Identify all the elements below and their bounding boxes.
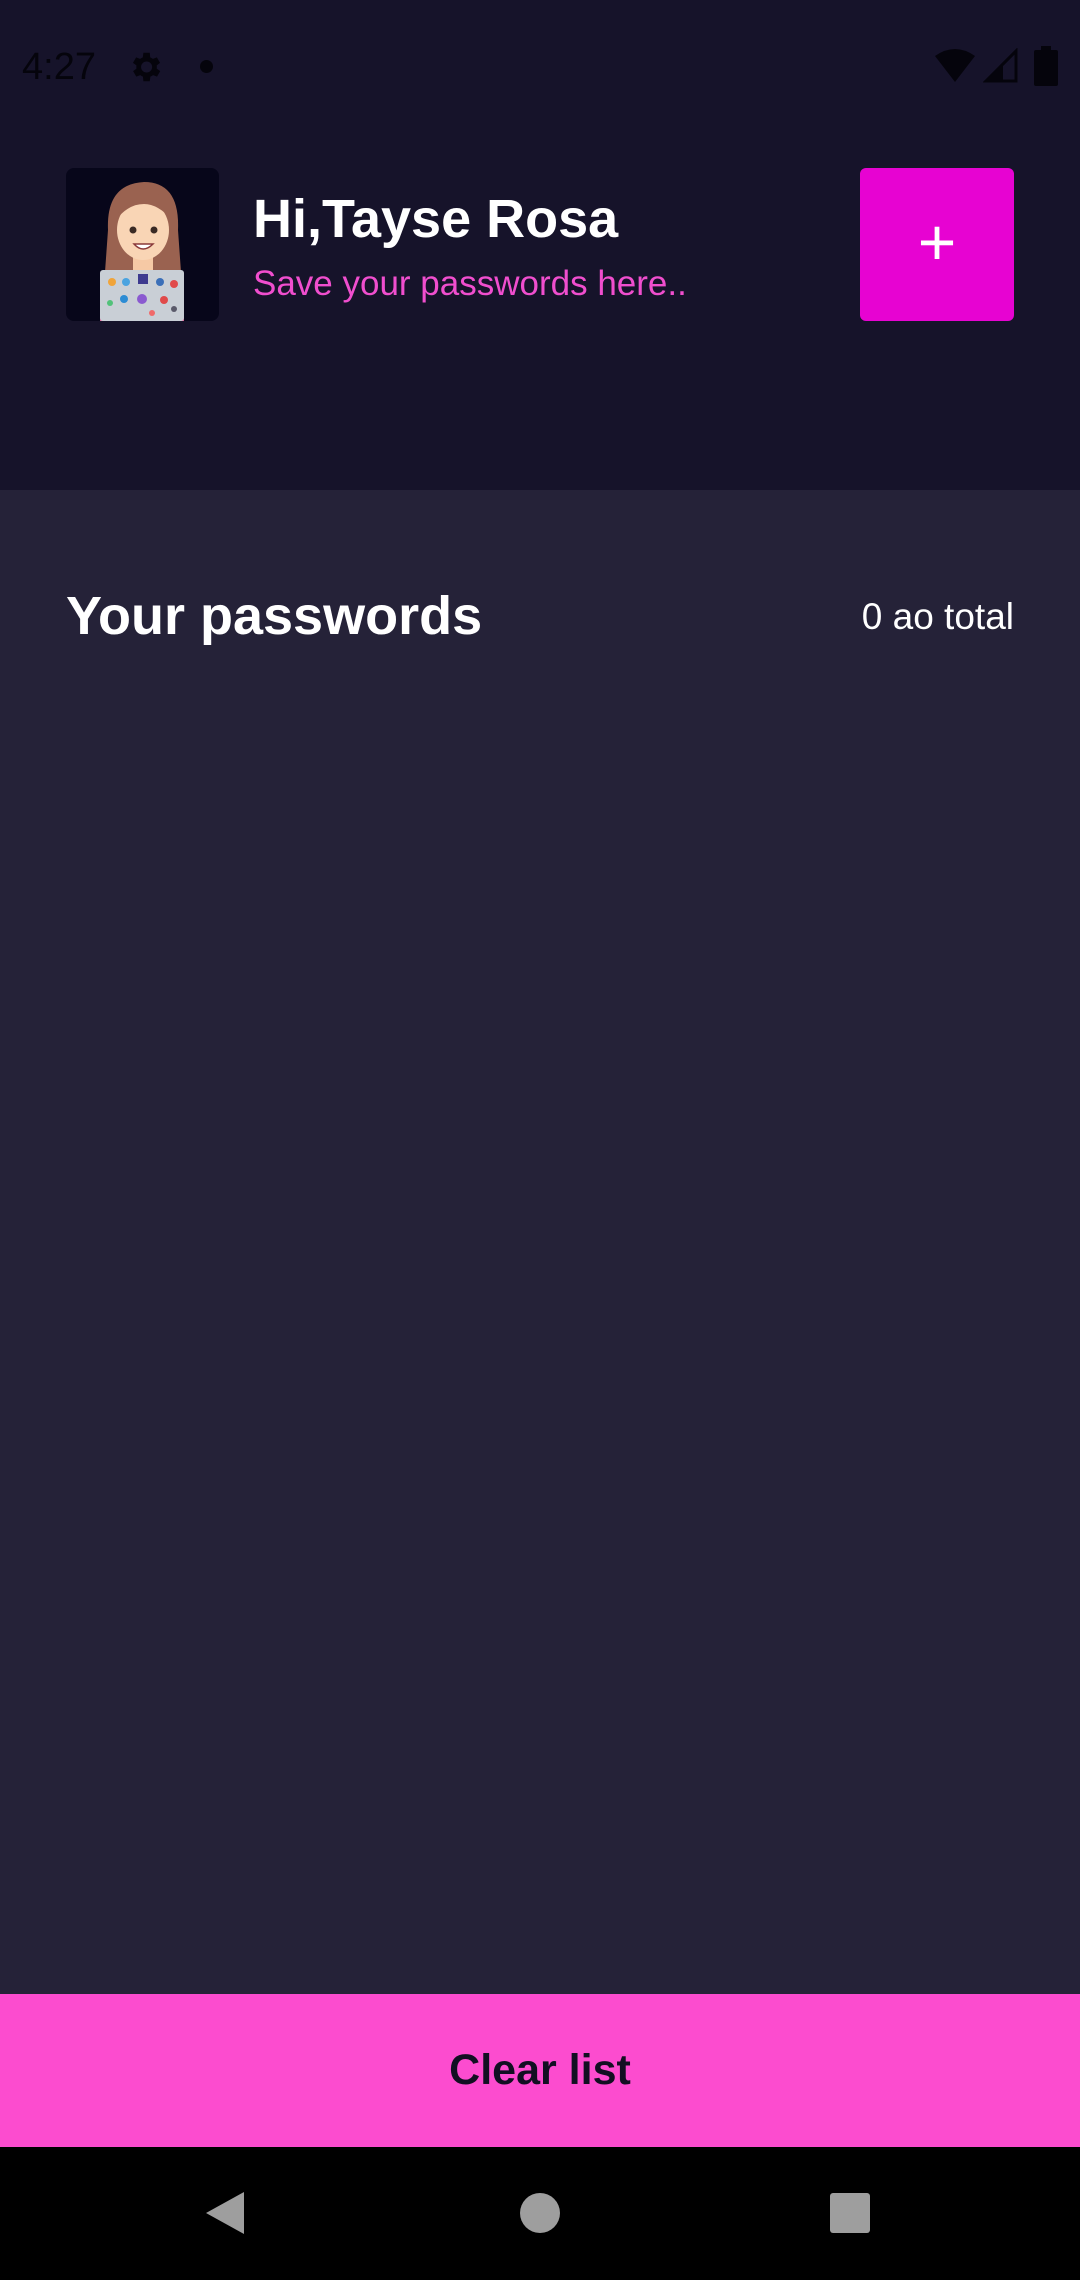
woman-with-laptop-avatar-icon: [100, 182, 184, 321]
add-password-button[interactable]: +: [860, 168, 1014, 321]
gear-icon: [132, 52, 161, 82]
battery-icon: [1034, 46, 1058, 86]
greeting-subtitle: Save your passwords here..: [253, 264, 687, 303]
plus-icon: +: [917, 204, 957, 279]
clear-list-label: Clear list: [449, 2046, 631, 2094]
passwords-section-title: Your passwords: [66, 586, 483, 646]
password-list[interactable]: [0, 680, 1080, 1990]
clear-list-button[interactable]: Clear list: [0, 1994, 1080, 2147]
status-time: 4:27: [22, 46, 96, 88]
home-icon[interactable]: [519, 2192, 561, 2234]
passwords-count: 0 ao total: [861, 596, 1014, 637]
recents-icon[interactable]: [829, 2193, 871, 2233]
wifi-icon: [935, 49, 975, 82]
avatar: [66, 168, 219, 321]
cell-signal-icon: [983, 48, 1018, 83]
greeting-title: Hi,Tayse Rosa: [253, 189, 619, 249]
back-icon[interactable]: [204, 2190, 246, 2236]
notification-dot-icon: [200, 60, 213, 73]
